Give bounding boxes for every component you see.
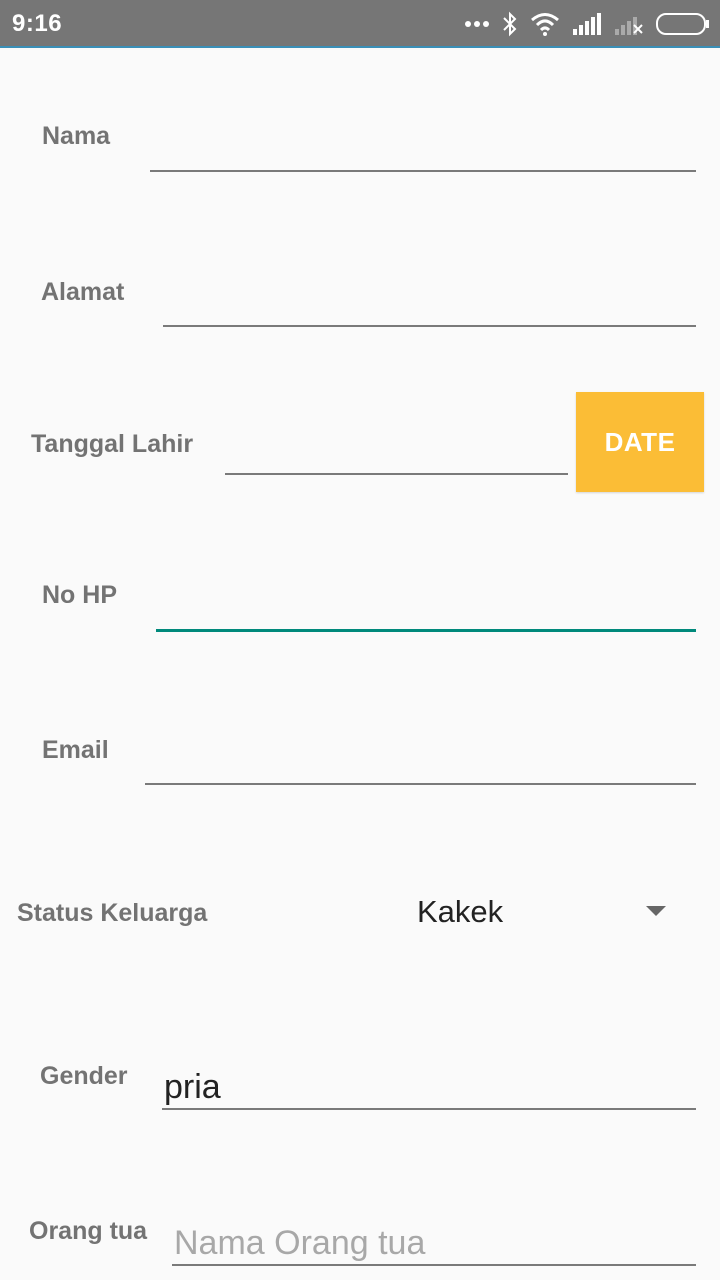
tanggal-lahir-field[interactable] [225,431,568,475]
alamat-field[interactable] [163,283,696,327]
email-input[interactable] [145,741,696,783]
tanggal-lahir-input[interactable] [225,431,568,473]
gender-label: Gender [40,1062,128,1090]
status-keluarga-label: Status Keluarga [17,899,208,927]
no-signal-icon [614,13,644,35]
no-hp-input[interactable] [156,588,696,629]
email-label: Email [42,736,109,764]
dropdown-arrow-icon[interactable] [646,906,666,916]
gender-field[interactable] [162,1066,696,1110]
alamat-input[interactable] [163,283,696,325]
orang-tua-field[interactable] [172,1222,696,1266]
orang-tua-input[interactable] [172,1222,696,1264]
status-keluarga-selected: Kakek [417,894,504,929]
bluetooth-icon [502,11,518,37]
orang-tua-label: Orang tua [29,1217,148,1245]
more-dots-icon [464,20,490,28]
tanggal-lahir-label: Tanggal Lahir [31,430,194,458]
gender-input[interactable] [162,1066,696,1108]
wifi-icon [530,12,560,36]
email-field[interactable] [145,741,696,785]
date-button[interactable]: DATE [576,392,704,492]
nama-input[interactable] [150,128,696,170]
nama-field[interactable] [150,128,696,172]
status-icons [464,10,710,38]
no-hp-field[interactable] [156,588,696,632]
signal-icon [572,13,602,35]
status-bar: 9:16 [0,0,720,48]
nama-label: Nama [42,122,111,150]
alamat-label: Alamat [41,278,125,306]
battery-icon [656,12,710,36]
no-hp-label: No HP [42,581,117,609]
status-time: 9:16 [12,10,63,37]
